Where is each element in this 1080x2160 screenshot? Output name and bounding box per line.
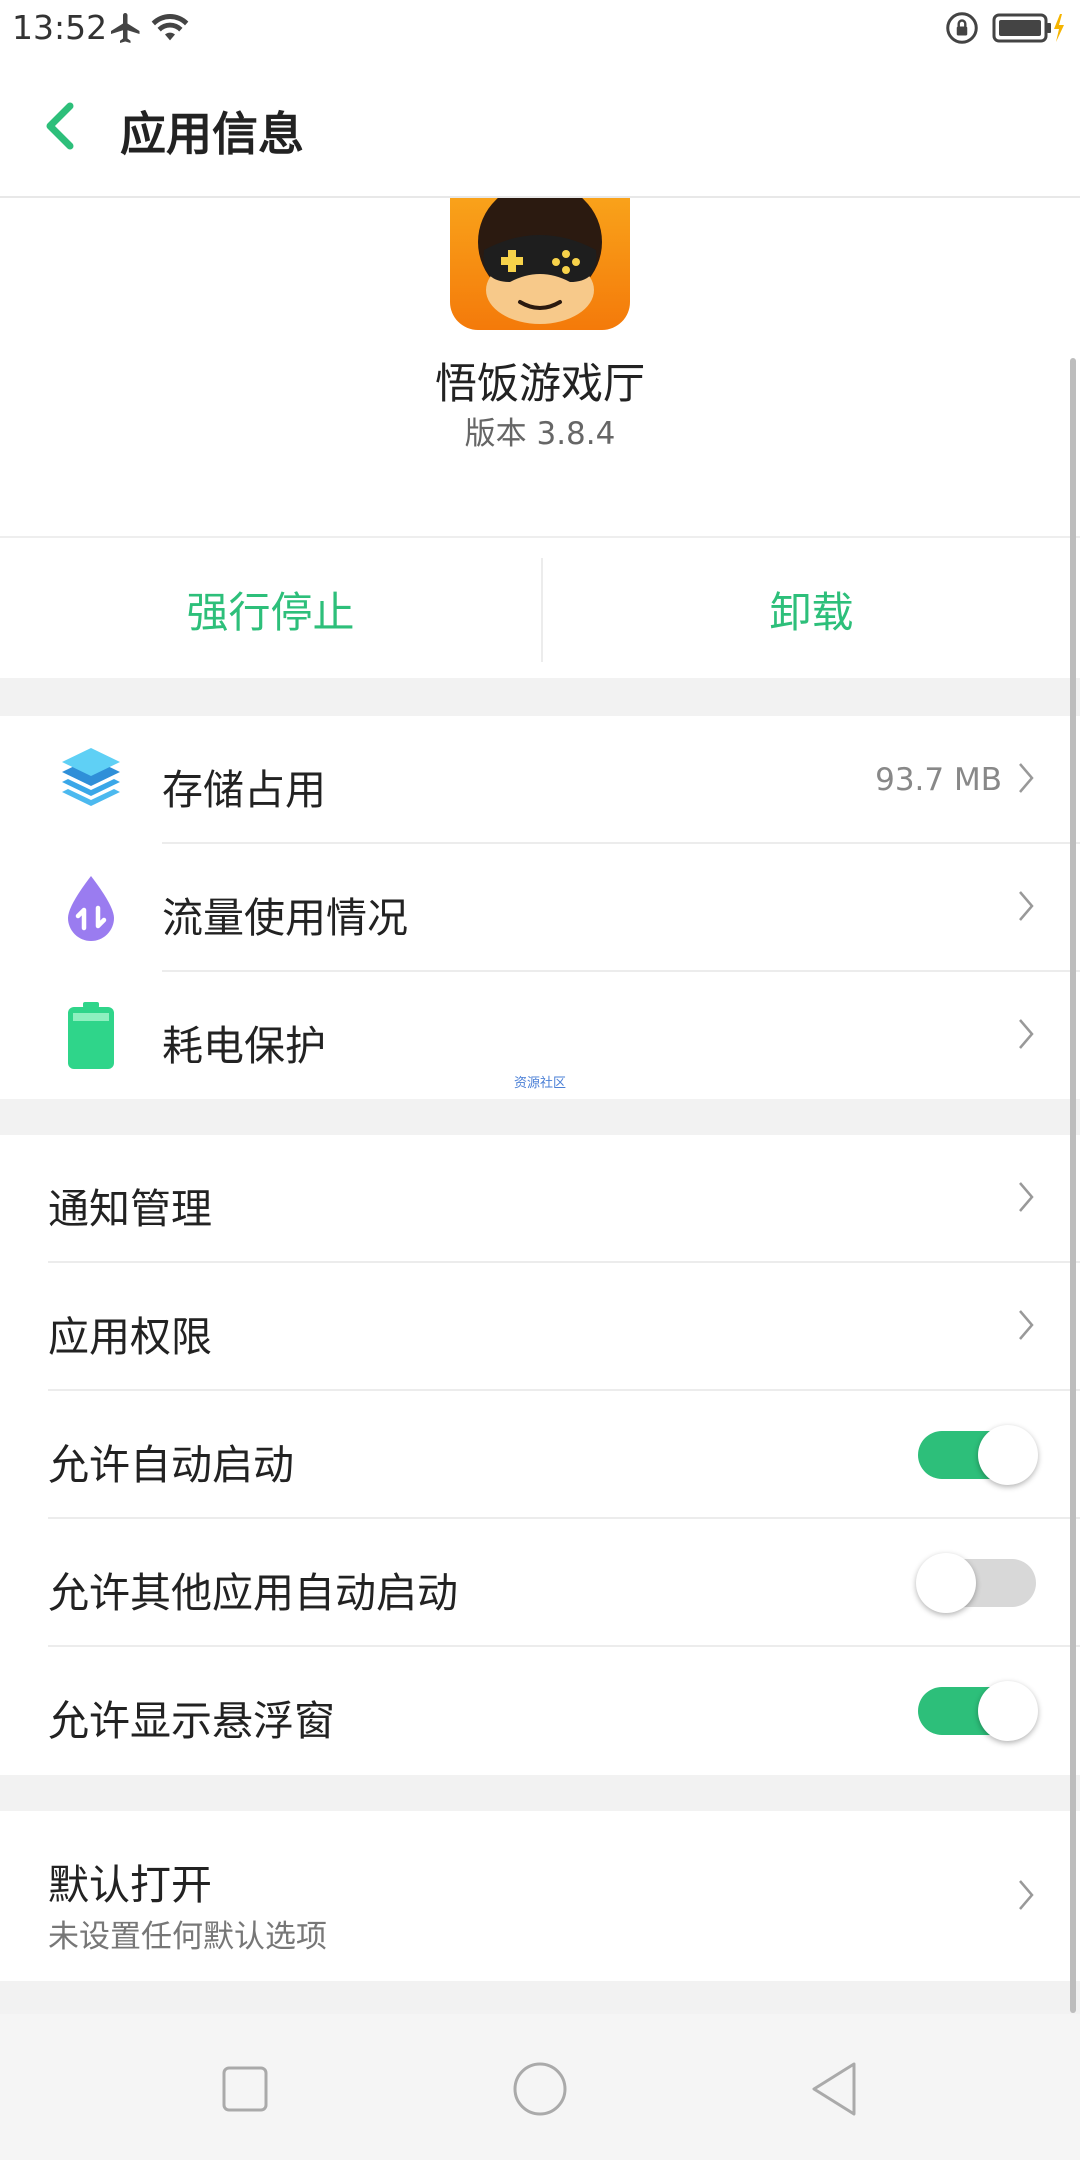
floating-window-toggle[interactable]: [918, 1681, 1038, 1741]
storage-layers-icon: [62, 748, 120, 806]
airplane-icon: [111, 13, 140, 43]
rotation-lock-icon: [946, 12, 978, 44]
navigation-bar: [0, 2014, 1080, 2160]
toggle-knob: [978, 1425, 1038, 1485]
usage-section: 存储占用 93.7 MB 流量使用情况 耗电保护: [0, 716, 1080, 1099]
storage-size-value: 93.7 MB: [875, 762, 1002, 798]
row-label: 允许显示悬浮窗: [48, 1697, 335, 1745]
app-name: 悟饭游戏厅: [434, 359, 645, 408]
toggle-knob: [978, 1681, 1038, 1741]
battery-icon: [992, 13, 1064, 43]
section-gap: [0, 678, 1080, 716]
chevron-right-icon: [1019, 1880, 1034, 1910]
row-label: 流量使用情况: [162, 894, 408, 942]
chevron-right-icon: [1019, 763, 1034, 793]
battery-protect-icon: [68, 1002, 114, 1069]
app-bar: 应用信息: [0, 56, 1080, 198]
allow-other-apps-start-row: 允许其他应用自动启动: [0, 1519, 1080, 1647]
row-label: 允许其他应用自动启动: [48, 1569, 458, 1617]
section-gap: [0, 1099, 1080, 1135]
app-version: 版本 3.8.4: [464, 416, 616, 452]
app-permissions-row[interactable]: 应用权限: [0, 1263, 1080, 1391]
chevron-right-icon: [1019, 1019, 1034, 1049]
row-label: 默认打开: [48, 1861, 212, 1909]
back-chevron-icon[interactable]: [36, 96, 92, 156]
scrollbar[interactable]: [1070, 358, 1076, 2013]
row-sublabel: 未设置任何默认选项: [48, 1919, 327, 1955]
row-label: 应用权限: [48, 1313, 212, 1361]
settings-section: 通知管理 应用权限 允许自动启动 允许其他应用自动启动 允许显示悬浮窗: [0, 1135, 1080, 1775]
status-time: 13:52: [12, 8, 108, 47]
auto-start-toggle[interactable]: [918, 1425, 1038, 1485]
app-actions: 强行停止 卸载: [0, 540, 1080, 678]
chevron-right-icon: [1019, 1182, 1034, 1212]
floating-window-row: 允许显示悬浮窗: [0, 1647, 1080, 1775]
chevron-right-icon: [1019, 891, 1034, 921]
auto-start-row: 允许自动启动: [0, 1391, 1080, 1519]
wifi-icon: [151, 14, 189, 41]
default-open-section: 默认打开 未设置任何默认选项: [0, 1811, 1080, 1981]
section-gap: [0, 1775, 1080, 1811]
uninstall-button[interactable]: 卸载: [543, 540, 1080, 678]
monkey-gamepad-icon: [450, 198, 630, 330]
data-usage-drop-icon: [68, 876, 114, 941]
notification-management-row[interactable]: 通知管理: [0, 1135, 1080, 1263]
row-label: 存储占用: [162, 766, 326, 814]
section-gap: [0, 1981, 1080, 2014]
back-triangle-icon[interactable]: [800, 2054, 870, 2124]
watermark-text: 资源社区: [513, 1076, 566, 1091]
force-stop-button[interactable]: 强行停止: [0, 540, 541, 678]
row-label: 耗电保护: [162, 1022, 326, 1070]
chevron-right-icon: [1019, 1310, 1034, 1340]
row-label: 通知管理: [48, 1185, 212, 1233]
data-usage-row[interactable]: 流量使用情况: [0, 844, 1080, 972]
row-label: 允许自动启动: [48, 1441, 294, 1489]
status-bar: 13:52: [0, 0, 1080, 56]
recents-square-icon[interactable]: [210, 2054, 280, 2124]
home-circle-icon[interactable]: [505, 2054, 575, 2124]
app-summary: 悟饭游戏厅 版本 3.8.4: [0, 198, 1080, 538]
toggle-knob: [916, 1553, 976, 1613]
storage-row[interactable]: 存储占用 93.7 MB: [0, 716, 1080, 844]
page-title: 应用信息: [120, 107, 304, 161]
default-open-row[interactable]: 默认打开 未设置任何默认选项: [0, 1811, 1080, 1981]
allow-other-apps-start-toggle[interactable]: [916, 1553, 1036, 1613]
